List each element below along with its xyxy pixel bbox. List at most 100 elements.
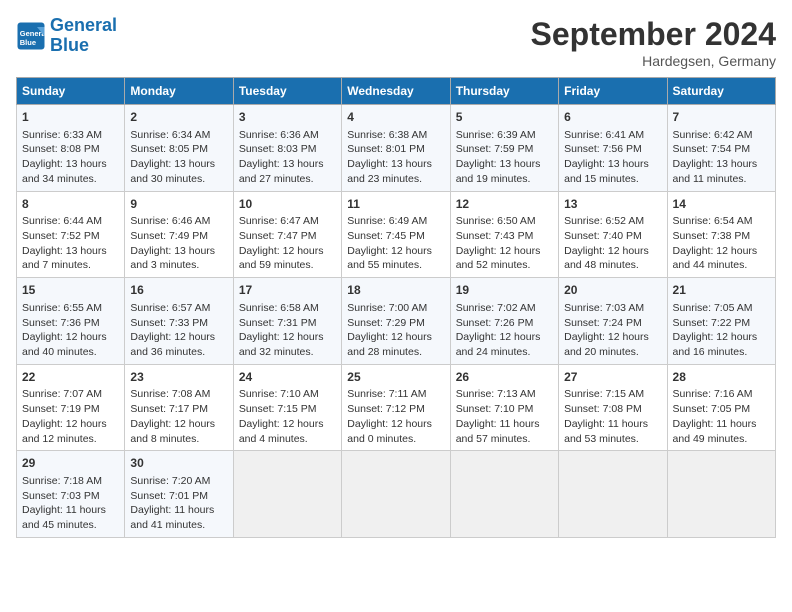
sunrise-text: Sunrise: 7:02 AM (456, 302, 536, 314)
sunrise-text: Sunrise: 6:36 AM (239, 129, 319, 141)
day-number: 18 (347, 282, 444, 299)
logo-icon: General Blue (16, 21, 46, 51)
sunset-text: Sunset: 7:03 PM (22, 490, 100, 502)
day-number: 30 (130, 455, 227, 472)
sunrise-text: Sunrise: 6:58 AM (239, 302, 319, 314)
calendar-week-row: 29Sunrise: 7:18 AMSunset: 7:03 PMDayligh… (17, 451, 776, 538)
header-monday: Monday (125, 78, 233, 105)
daylight-text: Daylight: 12 hours and 48 minutes. (564, 245, 649, 272)
daylight-text: Daylight: 12 hours and 8 minutes. (130, 418, 215, 445)
day-number: 9 (130, 196, 227, 213)
sunrise-text: Sunrise: 6:47 AM (239, 215, 319, 227)
daylight-text: Daylight: 13 hours and 19 minutes. (456, 158, 541, 185)
sunrise-text: Sunrise: 7:13 AM (456, 388, 536, 400)
sunrise-text: Sunrise: 6:50 AM (456, 215, 536, 227)
calendar-cell (667, 451, 775, 538)
sunrise-text: Sunrise: 7:18 AM (22, 475, 102, 487)
sunrise-text: Sunrise: 7:07 AM (22, 388, 102, 400)
day-number: 7 (673, 109, 770, 126)
daylight-text: Daylight: 12 hours and 36 minutes. (130, 331, 215, 358)
day-number: 8 (22, 196, 119, 213)
sunset-text: Sunset: 7:52 PM (22, 230, 100, 242)
sunset-text: Sunset: 7:40 PM (564, 230, 642, 242)
day-number: 23 (130, 369, 227, 386)
calendar-cell: 28Sunrise: 7:16 AMSunset: 7:05 PMDayligh… (667, 364, 775, 451)
sunset-text: Sunset: 7:59 PM (456, 143, 534, 155)
calendar-cell: 10Sunrise: 6:47 AMSunset: 7:47 PMDayligh… (233, 191, 341, 278)
sunrise-text: Sunrise: 6:49 AM (347, 215, 427, 227)
calendar-cell: 14Sunrise: 6:54 AMSunset: 7:38 PMDayligh… (667, 191, 775, 278)
sunset-text: Sunset: 7:19 PM (22, 403, 100, 415)
day-number: 29 (22, 455, 119, 472)
day-number: 14 (673, 196, 770, 213)
calendar-cell: 4Sunrise: 6:38 AMSunset: 8:01 PMDaylight… (342, 105, 450, 192)
sunset-text: Sunset: 7:31 PM (239, 317, 317, 329)
sunset-text: Sunset: 7:43 PM (456, 230, 534, 242)
header-tuesday: Tuesday (233, 78, 341, 105)
calendar-cell: 18Sunrise: 7:00 AMSunset: 7:29 PMDayligh… (342, 278, 450, 365)
calendar-cell: 9Sunrise: 6:46 AMSunset: 7:49 PMDaylight… (125, 191, 233, 278)
day-number: 2 (130, 109, 227, 126)
sunrise-text: Sunrise: 6:57 AM (130, 302, 210, 314)
title-area: September 2024 Hardegsen, Germany (531, 16, 776, 69)
sunset-text: Sunset: 7:10 PM (456, 403, 534, 415)
daylight-text: Daylight: 13 hours and 30 minutes. (130, 158, 215, 185)
sunrise-text: Sunrise: 7:20 AM (130, 475, 210, 487)
sunrise-text: Sunrise: 7:16 AM (673, 388, 753, 400)
sunset-text: Sunset: 7:15 PM (239, 403, 317, 415)
sunrise-text: Sunrise: 6:42 AM (673, 129, 753, 141)
month-title: September 2024 (531, 16, 776, 53)
calendar-cell (450, 451, 558, 538)
sunset-text: Sunset: 8:08 PM (22, 143, 100, 155)
sunset-text: Sunset: 7:24 PM (564, 317, 642, 329)
calendar-cell (233, 451, 341, 538)
calendar-cell: 16Sunrise: 6:57 AMSunset: 7:33 PMDayligh… (125, 278, 233, 365)
calendar-cell: 15Sunrise: 6:55 AMSunset: 7:36 PMDayligh… (17, 278, 125, 365)
daylight-text: Daylight: 12 hours and 32 minutes. (239, 331, 324, 358)
daylight-text: Daylight: 13 hours and 23 minutes. (347, 158, 432, 185)
daylight-text: Daylight: 12 hours and 59 minutes. (239, 245, 324, 272)
day-number: 16 (130, 282, 227, 299)
header-wednesday: Wednesday (342, 78, 450, 105)
sunrise-text: Sunrise: 7:03 AM (564, 302, 644, 314)
calendar-week-row: 22Sunrise: 7:07 AMSunset: 7:19 PMDayligh… (17, 364, 776, 451)
sunset-text: Sunset: 7:54 PM (673, 143, 751, 155)
calendar-cell: 12Sunrise: 6:50 AMSunset: 7:43 PMDayligh… (450, 191, 558, 278)
daylight-text: Daylight: 13 hours and 7 minutes. (22, 245, 107, 272)
day-number: 20 (564, 282, 661, 299)
svg-text:Blue: Blue (20, 38, 36, 47)
day-number: 26 (456, 369, 553, 386)
sunrise-text: Sunrise: 7:10 AM (239, 388, 319, 400)
daylight-text: Daylight: 13 hours and 15 minutes. (564, 158, 649, 185)
calendar-cell: 24Sunrise: 7:10 AMSunset: 7:15 PMDayligh… (233, 364, 341, 451)
sunrise-text: Sunrise: 7:15 AM (564, 388, 644, 400)
calendar-cell: 8Sunrise: 6:44 AMSunset: 7:52 PMDaylight… (17, 191, 125, 278)
daylight-text: Daylight: 12 hours and 20 minutes. (564, 331, 649, 358)
day-number: 21 (673, 282, 770, 299)
header-friday: Friday (559, 78, 667, 105)
weekday-header-row: Sunday Monday Tuesday Wednesday Thursday… (17, 78, 776, 105)
day-number: 27 (564, 369, 661, 386)
sunset-text: Sunset: 7:05 PM (673, 403, 751, 415)
calendar-cell: 11Sunrise: 6:49 AMSunset: 7:45 PMDayligh… (342, 191, 450, 278)
logo: General Blue General Blue (16, 16, 117, 56)
calendar-cell: 26Sunrise: 7:13 AMSunset: 7:10 PMDayligh… (450, 364, 558, 451)
daylight-text: Daylight: 11 hours and 53 minutes. (564, 418, 648, 445)
sunrise-text: Sunrise: 7:00 AM (347, 302, 427, 314)
day-number: 25 (347, 369, 444, 386)
calendar-cell: 21Sunrise: 7:05 AMSunset: 7:22 PMDayligh… (667, 278, 775, 365)
day-number: 17 (239, 282, 336, 299)
calendar-cell: 3Sunrise: 6:36 AMSunset: 8:03 PMDaylight… (233, 105, 341, 192)
daylight-text: Daylight: 12 hours and 0 minutes. (347, 418, 432, 445)
calendar-cell: 7Sunrise: 6:42 AMSunset: 7:54 PMDaylight… (667, 105, 775, 192)
sunset-text: Sunset: 7:29 PM (347, 317, 425, 329)
calendar-cell: 6Sunrise: 6:41 AMSunset: 7:56 PMDaylight… (559, 105, 667, 192)
daylight-text: Daylight: 12 hours and 52 minutes. (456, 245, 541, 272)
calendar-cell (342, 451, 450, 538)
daylight-text: Daylight: 12 hours and 40 minutes. (22, 331, 107, 358)
sunset-text: Sunset: 8:01 PM (347, 143, 425, 155)
header-saturday: Saturday (667, 78, 775, 105)
calendar-table: Sunday Monday Tuesday Wednesday Thursday… (16, 77, 776, 538)
calendar-week-row: 15Sunrise: 6:55 AMSunset: 7:36 PMDayligh… (17, 278, 776, 365)
sunrise-text: Sunrise: 6:33 AM (22, 129, 102, 141)
